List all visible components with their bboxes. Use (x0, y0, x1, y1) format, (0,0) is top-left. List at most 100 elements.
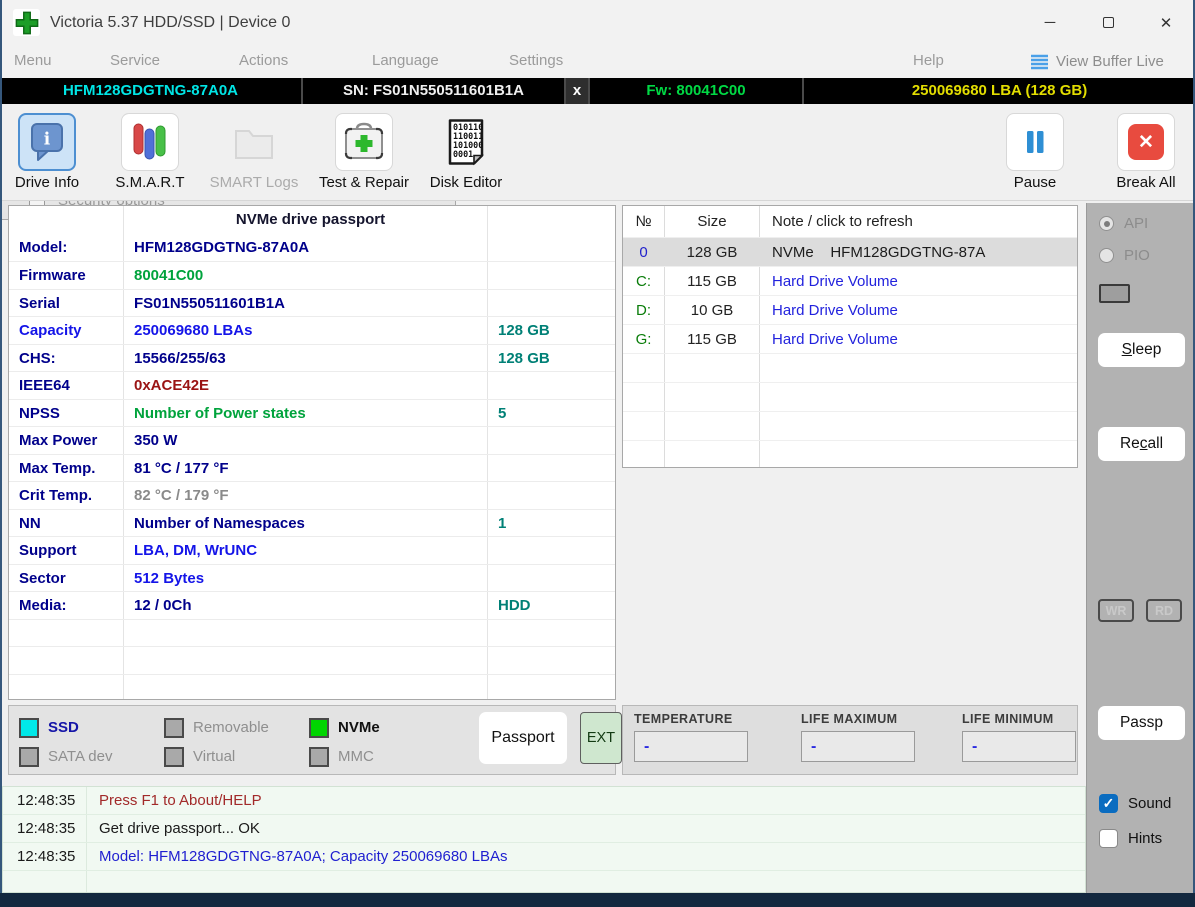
first-aid-kit-icon (341, 120, 387, 164)
menu-item-menu[interactable]: Menu (14, 45, 52, 78)
device-serial: SN: FS01N550511601B1A (303, 78, 566, 104)
drive-row[interactable]: D:10 GBHard Drive Volume (623, 295, 1077, 324)
col-note: Note / click to refresh (760, 206, 1077, 237)
drive-note (760, 412, 1077, 440)
drive-size: 115 GB (665, 325, 760, 353)
legend-item: SSD (19, 713, 164, 742)
drive-list-header: № Size Note / click to refresh (623, 206, 1077, 237)
passport-row: Firmware80041C00 (9, 261, 615, 289)
drive-row[interactable]: 0128 GBNVMe HFM128GDGTNG-87A (623, 237, 1077, 266)
passport-extra: HDD (488, 592, 615, 619)
drive-note: NVMe HFM128GDGTNG-87A (760, 238, 1077, 266)
disk-editor-button[interactable]: 010110 110011 101000 0001 Disk Editor (418, 113, 514, 191)
api-radio[interactable] (1099, 216, 1114, 231)
drive-row[interactable]: C:115 GBHard Drive Volume (623, 266, 1077, 295)
view-buffer-live[interactable]: View Buffer Live (1030, 45, 1164, 78)
wr-button[interactable]: WR (1098, 599, 1134, 622)
rd-button[interactable]: RD (1146, 599, 1182, 622)
menu-item-language[interactable]: Language (372, 45, 439, 78)
passport-label: Support (9, 537, 124, 564)
passport-label: Max Power (9, 427, 124, 454)
sound-option[interactable]: ✓ Sound (1099, 794, 1171, 813)
passport-label: Media: (9, 592, 124, 619)
test-repair-button[interactable]: Test & Repair (312, 113, 416, 191)
passport-row (9, 674, 615, 701)
minimize-button[interactable]: ─ (1021, 0, 1079, 45)
passport-extra: 128 GB (488, 345, 615, 372)
menu-item-service[interactable]: Service (110, 45, 160, 78)
passport-row: Sector512 Bytes (9, 564, 615, 592)
drive-note: Hard Drive Volume (760, 267, 1077, 295)
legend-swatch (309, 747, 329, 767)
passport-extra (488, 565, 615, 592)
ext-button[interactable]: EXT (580, 712, 622, 764)
menu-item-help[interactable]: Help (913, 45, 944, 78)
menu-item-actions[interactable]: Actions (239, 45, 288, 78)
break-all-button[interactable]: ✕ Break All (1103, 113, 1189, 191)
drive-info-button[interactable]: i Drive Info (6, 113, 88, 191)
log-row: 12:48:35Get drive passport... OK (3, 815, 1085, 843)
drive-size: 128 GB (665, 238, 760, 266)
passport-row: IEEE640xACE42E (9, 371, 615, 399)
legend-item: Removable (164, 713, 309, 742)
legend-label: SSD (48, 719, 79, 736)
hints-checkbox[interactable] (1099, 829, 1118, 848)
pause-button[interactable]: Pause (995, 113, 1075, 191)
device-firmware: Fw: 80041C00 (590, 78, 804, 104)
recall-button[interactable]: Recall (1098, 427, 1185, 461)
passport-value (124, 675, 488, 701)
drive-letter (623, 412, 665, 440)
device-capacity: 250069680 LBA (128 GB) (804, 78, 1195, 104)
passport-value: 350 W (124, 427, 488, 454)
log-time: 12:48:35 (3, 787, 87, 814)
passport-value: 81 °C / 177 °F (124, 455, 488, 482)
pio-radio-row[interactable]: PIO (1099, 247, 1150, 264)
passport-value (124, 647, 488, 674)
col-number: № (623, 206, 665, 237)
smart-button[interactable]: S.M.A.R.T (104, 113, 196, 191)
pio-radio[interactable] (1099, 248, 1114, 263)
log-row (3, 871, 1085, 893)
smart-logs-button[interactable]: SMART Logs (204, 113, 304, 191)
hints-option[interactable]: Hints (1099, 829, 1162, 848)
drive-row[interactable] (623, 382, 1077, 411)
drive-row[interactable] (623, 353, 1077, 382)
drive-size (665, 383, 760, 411)
drive-note (760, 383, 1077, 411)
legend-swatch (309, 718, 329, 738)
passport-extra (488, 372, 615, 399)
passport-row: SerialFS01N550511601B1A (9, 289, 615, 317)
passport-extra: 5 (488, 400, 615, 427)
close-button[interactable]: ✕ (1137, 0, 1195, 45)
legend-item: Virtual (164, 742, 309, 771)
api-radio-row[interactable]: API (1099, 215, 1148, 232)
passport-value (124, 620, 488, 647)
maximize-button[interactable] (1079, 0, 1137, 45)
svg-text:i: i (44, 130, 51, 150)
passport-value: LBA, DM, WrUNC (124, 537, 488, 564)
passport-label: Capacity (9, 317, 124, 344)
passport-value: 80041C00 (124, 262, 488, 289)
drive-letter: C: (623, 267, 665, 295)
gauge-value: - (634, 731, 748, 762)
legend-swatch (19, 747, 39, 767)
sleep-button[interactable]: Sleep (1098, 333, 1185, 367)
sound-checkbox[interactable]: ✓ (1099, 794, 1118, 813)
passport-extra (488, 537, 615, 564)
drive-row[interactable]: G:115 GBHard Drive Volume (623, 324, 1077, 353)
log-time: 12:48:35 (3, 815, 87, 842)
menu-item-settings[interactable]: Settings (509, 45, 563, 78)
passport-row (9, 619, 615, 647)
passport-refresh-button[interactable]: Passport (479, 712, 567, 764)
passport-value: 512 Bytes (124, 565, 488, 592)
passport-extra (488, 647, 615, 674)
passport-label: Crit Temp. (9, 482, 124, 509)
gauge-value: - (962, 731, 1076, 762)
drive-row[interactable] (623, 440, 1077, 468)
passp-button[interactable]: Passp (1098, 706, 1185, 740)
drive-letter: 0 (623, 238, 665, 266)
drive-row[interactable] (623, 411, 1077, 440)
device-close-button[interactable]: x (566, 78, 590, 104)
gauge-label: LIFE MINIMUM (962, 712, 1076, 726)
gauge: LIFE MAXIMUM- (801, 712, 915, 762)
